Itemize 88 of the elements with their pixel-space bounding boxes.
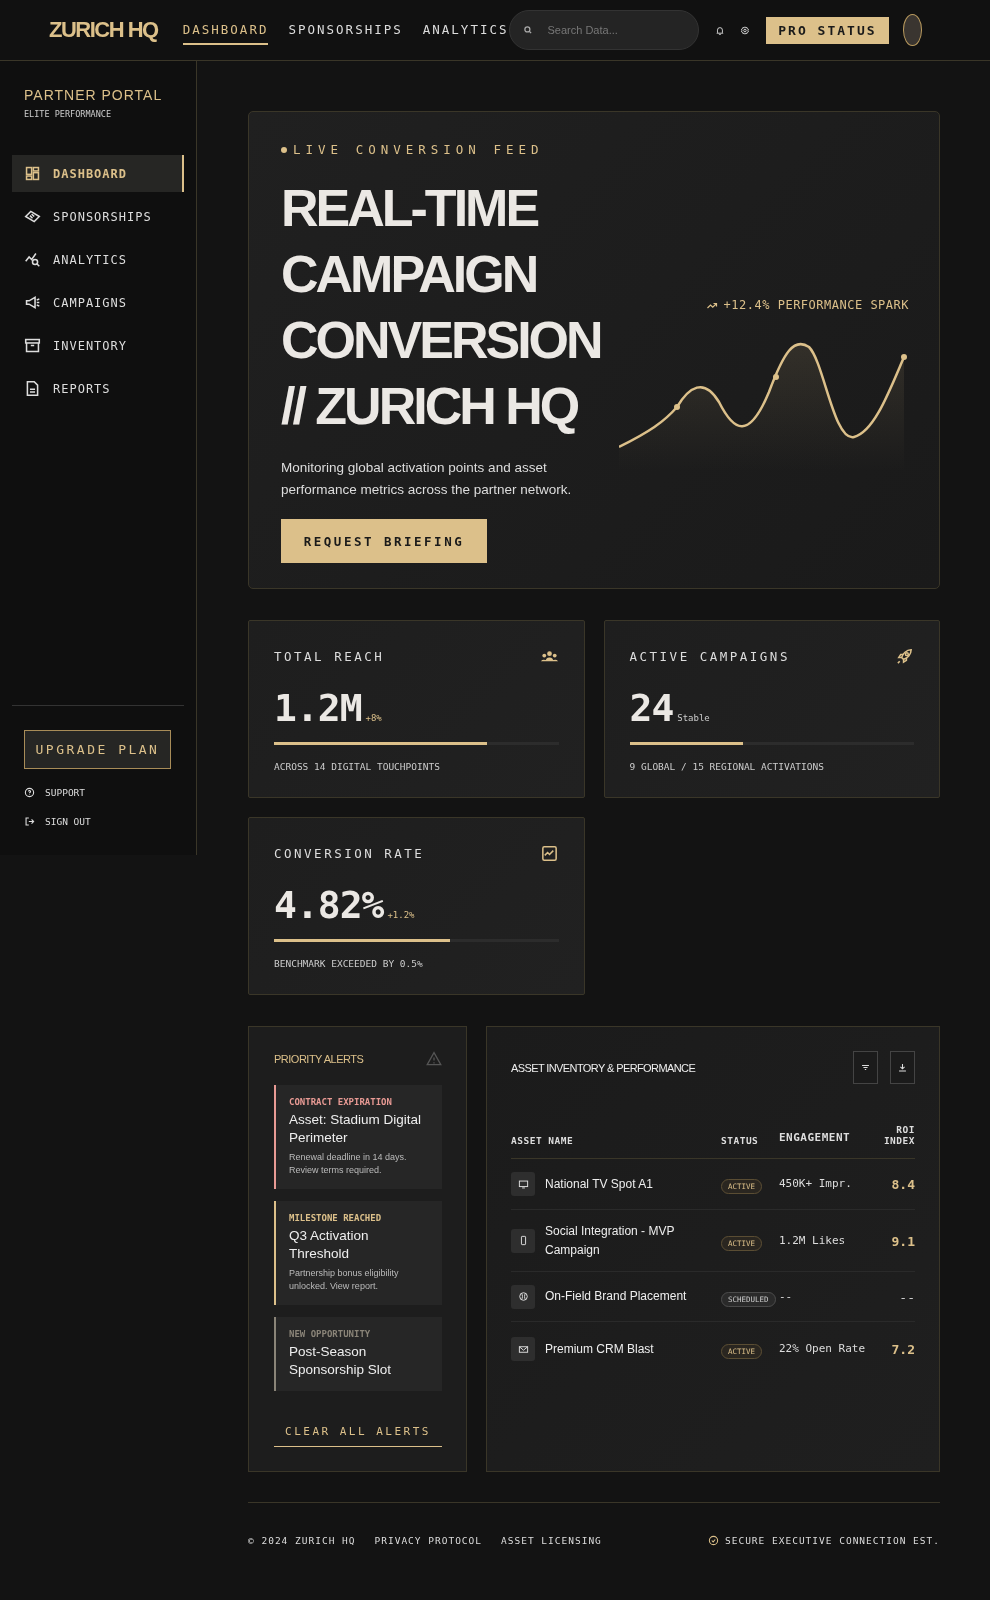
sidebar-item[interactable]: INVENTORY: [12, 327, 184, 364]
footer-link[interactable]: PRIVACY PROTOCOL: [374, 1535, 483, 1546]
alert-card[interactable]: NEW OPPORTUNITY Post-Season Sponsorship Slot: [274, 1317, 442, 1391]
archive-icon: [24, 337, 41, 354]
alert-title: Post-Season Sponsorship Slot: [289, 1343, 393, 1379]
secure-connection-text: SECURE EXECUTIVE CONNECTION EST.: [724, 1535, 940, 1546]
copyright-text: © 2024 ZURICH HQ: [248, 1535, 356, 1546]
help-icon: [24, 787, 35, 798]
stat-change: Stable: [677, 713, 710, 723]
chart-icon: [539, 844, 559, 863]
stat-label: TOTAL REACH: [274, 649, 385, 664]
engagement-value: 22% Open Rate: [779, 1342, 866, 1355]
alerts-title: PRIORITY ALERTS: [274, 1053, 364, 1065]
upgrade-plan-button[interactable]: UPGRADE PLAN: [24, 730, 171, 769]
asset-name: National TV Spot A1: [545, 1175, 654, 1193]
support-link[interactable]: SUPPORT: [24, 787, 172, 798]
pro-status-button[interactable]: PRO STATUS: [766, 16, 889, 44]
alert-card[interactable]: CONTRACT EXPIRATION Asset: Stadium Digital Perimeter Renewal deadline in 14 days. Review terms required.: [274, 1085, 442, 1189]
alert-text: Partnership bonus eligibility unlocked. View report.: [289, 1267, 400, 1293]
hero-description: Monitoring global activation points and asset performance metrics across the partner network.: [281, 459, 573, 499]
nav-tab[interactable]: DASHBOARD: [182, 15, 269, 45]
sidebar-item[interactable]: CAMPAIGNS: [12, 284, 184, 321]
nav-tab[interactable]: SPONSORSHIPS: [288, 15, 403, 45]
alert-title: Asset: Stadium Digital Perimeter: [289, 1111, 423, 1147]
roi-value: --: [899, 1289, 915, 1305]
ball-icon: [517, 1291, 529, 1302]
stat-value: 24: [629, 686, 674, 730]
request-briefing-button[interactable]: REQUEST BRIEFING: [281, 519, 487, 563]
warning-icon: [426, 1051, 442, 1067]
alert-text: Renewal deadline in 14 days. Review terms required.: [289, 1151, 408, 1177]
alert-card[interactable]: MILESTONE REACHED Q3 Activation Threshold Partnership bonus eligibility unlocked. View report.: [274, 1201, 442, 1305]
column-header: ENGAGEMENT: [779, 1131, 851, 1144]
stat-label: CONVERSION RATE: [274, 846, 425, 861]
clear-alerts-button[interactable]: CLEAR ALL ALERTS: [274, 1425, 442, 1447]
stat-label: ACTIVE CAMPAIGNS: [629, 649, 790, 664]
portal-title: PARTNER PORTAL: [24, 87, 164, 103]
sidebar-item[interactable]: REPORTS: [12, 370, 184, 407]
alert-tag: CONTRACT EXPIRATION: [289, 1097, 430, 1107]
sidebar-item[interactable]: DASHBOARD: [12, 155, 184, 192]
roi-value: 9.1: [891, 1233, 915, 1249]
stat-value: 1.2M: [274, 686, 362, 730]
document-icon: [24, 380, 41, 397]
alert-tag: NEW OPPORTUNITY: [289, 1329, 430, 1339]
search-field[interactable]: Search Data...: [508, 10, 699, 50]
monitor-icon: [517, 1178, 529, 1190]
logout-icon: [24, 816, 35, 827]
download-icon: [897, 1062, 908, 1073]
sidebar-item[interactable]: ANALYTICS: [12, 241, 184, 278]
asset-name: Premium CRM Blast: [545, 1340, 655, 1358]
column-header: STATUS: [721, 1135, 759, 1146]
stat-change: +8%: [365, 713, 382, 723]
stat-value: 4.82%: [274, 883, 384, 927]
brand-logo[interactable]: ZURICH HQ: [49, 17, 158, 43]
stat-caption: BENCHMARK EXCEEDED BY 0.5%: [274, 958, 424, 969]
rocket-icon: [895, 647, 914, 666]
column-header: ROI INDEX: [883, 1124, 915, 1146]
stat-caption: 9 GLOBAL / 15 REGIONAL ACTIVATIONS: [629, 761, 825, 772]
filter-icon: [860, 1062, 871, 1073]
sign-out-link[interactable]: SIGN OUT: [24, 816, 172, 827]
verified-icon: [707, 1535, 719, 1546]
mail-icon: [517, 1343, 529, 1355]
download-button[interactable]: [890, 1051, 915, 1084]
asset-name: On-Field Brand Placement: [545, 1288, 688, 1305]
avatar[interactable]: [902, 14, 922, 46]
nav-tab[interactable]: ANALYTICS: [422, 15, 509, 45]
asset-name: Social Integration - MVP Campaign: [545, 1222, 676, 1259]
grid-icon: [24, 165, 41, 182]
inventory-title: ASSET INVENTORY & PERFORMANCE: [511, 1061, 697, 1074]
chart-search-icon: [24, 251, 41, 268]
alert-tag: MILESTONE REACHED: [289, 1213, 430, 1223]
sidebar-item[interactable]: SPONSORSHIPS: [12, 198, 184, 235]
megaphone-icon: [24, 294, 41, 311]
hero-title: REAL-TIME CAMPAIGN CONVERSION // ZURICH HQ: [281, 178, 602, 437]
alert-title: Q3 Activation Threshold: [289, 1227, 370, 1263]
stat-caption: ACROSS 14 DIGITAL TOUCHPOINTS: [274, 761, 441, 772]
column-header: ASSET NAME: [511, 1135, 574, 1146]
footer-link[interactable]: ASSET LICENSING: [501, 1535, 602, 1546]
spark-label: +12.4% PERFORMANCE SPARK: [723, 298, 909, 312]
engagement-value: 450K+ Impr.: [779, 1177, 852, 1190]
roi-value: 7.2: [891, 1342, 915, 1357]
engagement-value: 1.2M Likes: [779, 1233, 846, 1247]
search-icon: [522, 25, 533, 35]
hero-eyebrow: LIVE CONVERSION FEED: [293, 142, 544, 157]
stat-change: +1.2%: [387, 910, 415, 920]
engagement-value: --: [779, 1289, 793, 1303]
live-dot: [281, 146, 287, 153]
roi-value: 8.4: [891, 1177, 915, 1192]
portal-subtitle: ELITE PERFORMANCE: [24, 109, 112, 119]
